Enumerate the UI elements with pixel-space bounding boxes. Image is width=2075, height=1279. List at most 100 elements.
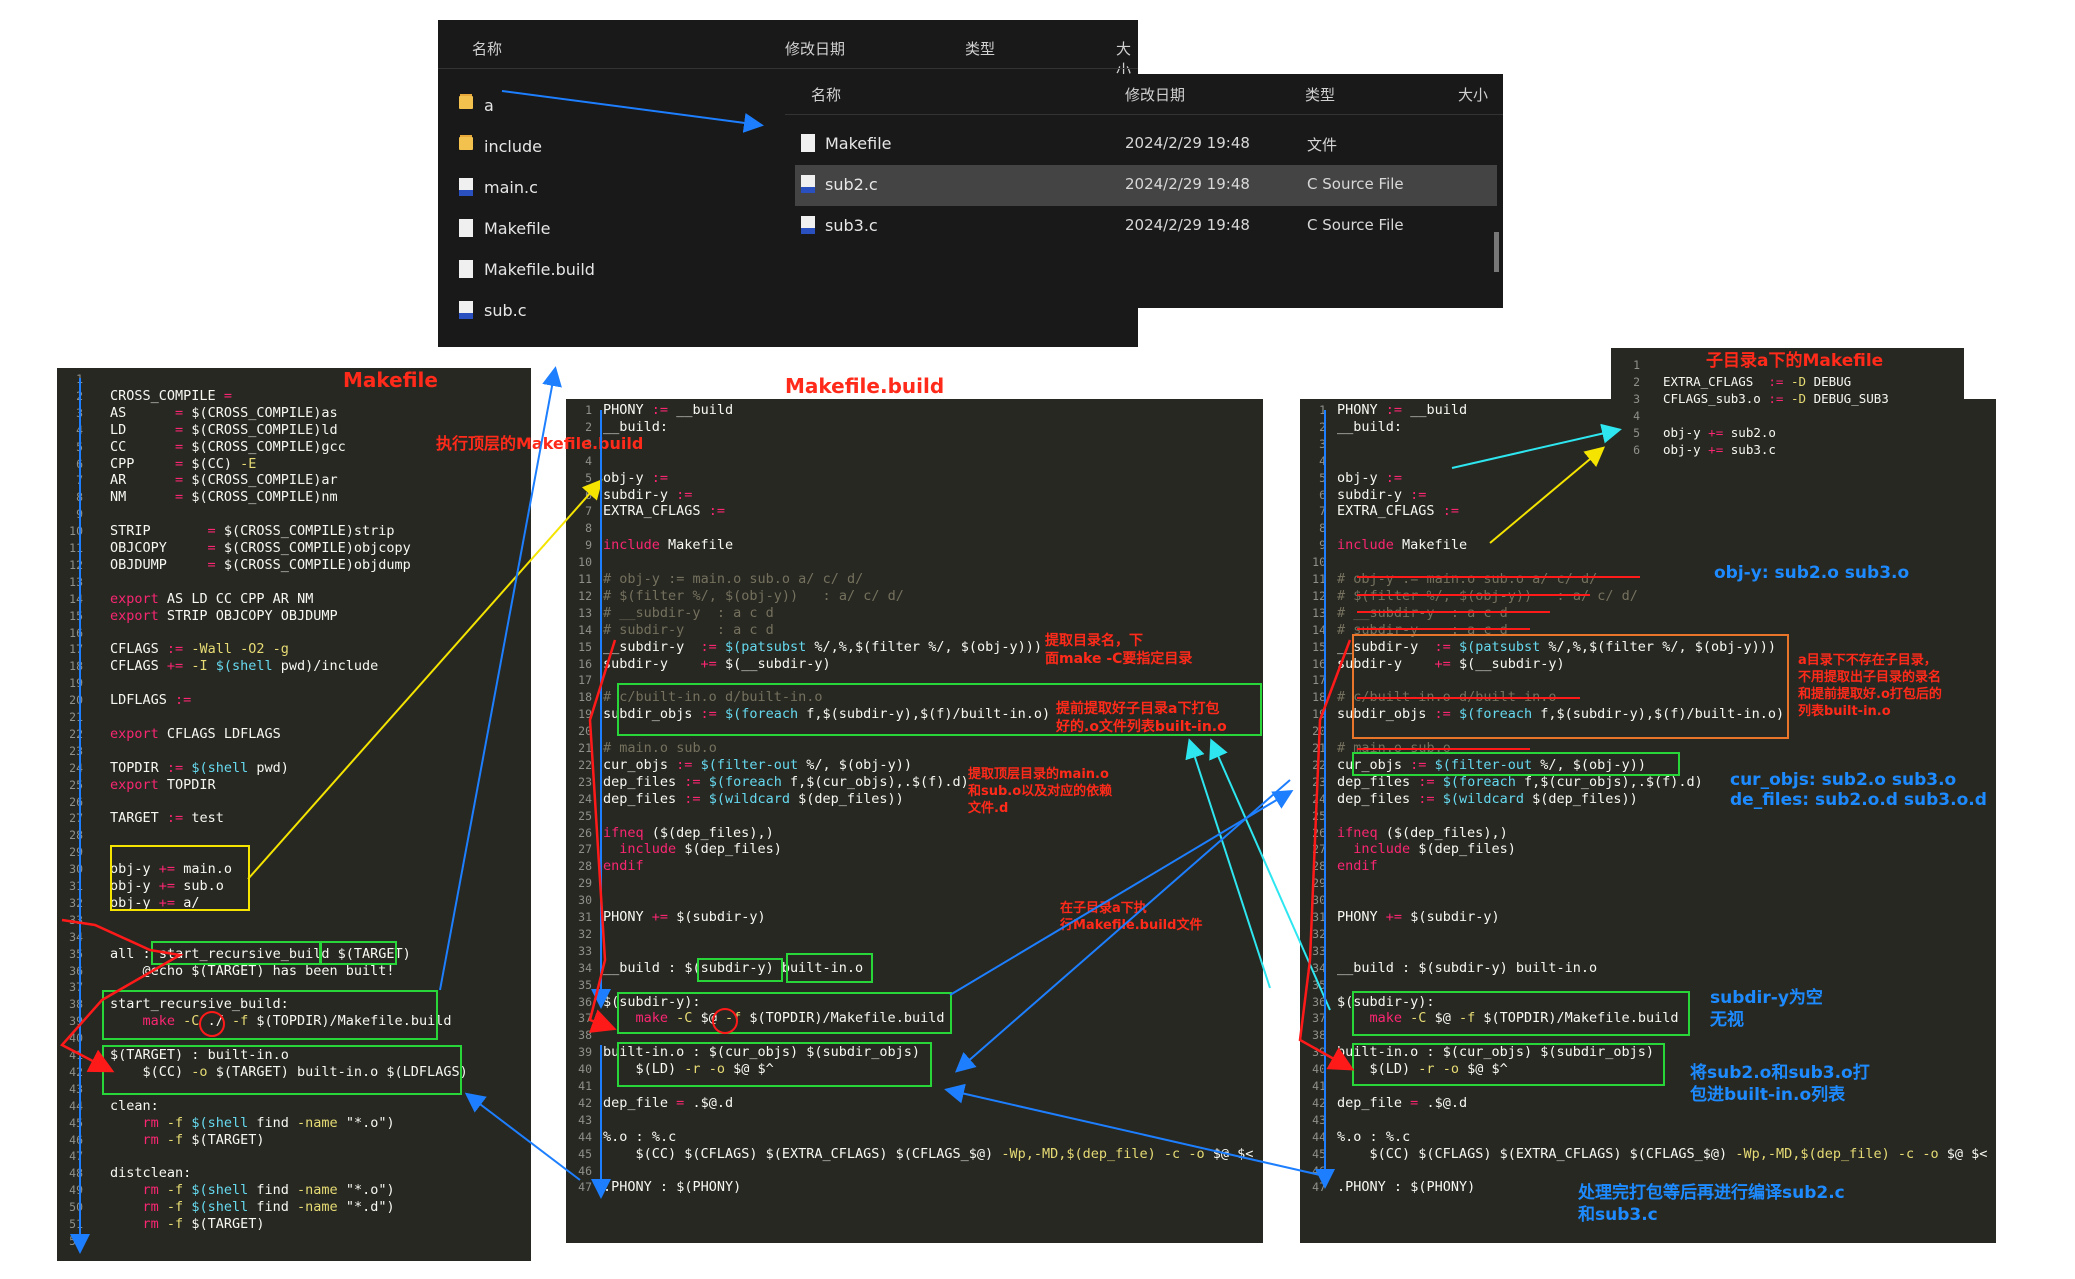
line-number: 28 (1312, 859, 1326, 874)
column-header-date[interactable]: 修改日期 (1125, 84, 1185, 105)
code-line[interactable]: subdir-y += $(__subdir-y) (603, 656, 831, 672)
code-line[interactable]: EXTRA_CFLAGS := (603, 503, 725, 519)
code-line[interactable]: STRIP = $(CROSS_COMPILE)strip (110, 523, 395, 539)
code-line[interactable]: obj-y := (1337, 470, 1402, 486)
note-extract-main: 提取顶层目录的main.o 和sub.o以及对应的依赖 文件.d (968, 767, 1113, 816)
line-number: 18 (578, 690, 592, 705)
column-header-date[interactable]: 修改日期 (785, 38, 845, 59)
code-line[interactable]: CFLAGS += -I $(shell pwd)/include (110, 658, 378, 674)
code-line[interactable]: CROSS_COMPILE = (110, 388, 232, 404)
code-line[interactable]: dep_files := $(foreach f,$(cur_objs),.$(… (1337, 774, 1703, 790)
code-line[interactable]: rm -f $(shell find -name "*.o") (110, 1115, 395, 1131)
column-header-size[interactable]: 大小 (1458, 84, 1488, 105)
code-line[interactable]: AS = $(CROSS_COMPILE)as (110, 405, 338, 421)
code-line[interactable]: CFLAGS_sub3.o := -D DEBUG_SUB3 (1663, 391, 1889, 406)
code-line[interactable]: include $(dep_files) (603, 841, 782, 857)
line-number: 37 (1312, 1011, 1326, 1026)
code-line[interactable]: endif (603, 858, 644, 874)
code-line[interactable]: .PHONY : $(PHONY) (603, 1179, 741, 1195)
code-line[interactable]: PHONY := __build (603, 402, 733, 418)
code-line[interactable]: clean: (110, 1098, 159, 1114)
code-line[interactable]: %.o : %.c (1337, 1129, 1410, 1145)
code-line[interactable]: obj-y := (603, 470, 668, 486)
line-number: 3 (1633, 392, 1640, 406)
line-number: 52 (69, 1233, 83, 1248)
code-line[interactable]: __subdir-y := $(patsubst %/,%,$(filter %… (603, 639, 1042, 655)
file-row-makefile[interactable]: Makefile 2024/2/29 19:48 文件 (785, 124, 1503, 165)
code-line[interactable]: # main.o sub.o (603, 740, 717, 756)
code-line[interactable]: dep_file = .$@.d (603, 1095, 733, 1111)
code-line[interactable]: cur_objs := $(filter-out %/, $(obj-y)) (603, 757, 912, 773)
file-row-sub2-c[interactable]: sub2.c 2024/2/29 19:48 C Source File (795, 165, 1497, 206)
column-header-type[interactable]: 类型 (965, 38, 995, 59)
code-line[interactable]: endif (1337, 858, 1378, 874)
code-line[interactable]: obj-y += sub3.c (1663, 442, 1776, 457)
code-line[interactable]: CC = $(CROSS_COMPILE)gcc (110, 439, 346, 455)
code-line[interactable]: # __subdir-y : a c d (1337, 605, 1508, 621)
code-line[interactable]: distclean: (110, 1165, 191, 1181)
code-line[interactable]: rm -f $(shell find -name "*.o") (110, 1182, 395, 1198)
code-line[interactable]: export AS LD CC CPP AR NM (110, 591, 313, 607)
code-line[interactable]: TOPDIR := $(shell pwd) (110, 760, 289, 776)
code-line[interactable]: # $(filter %/, $(obj-y)) : a/ c/ d/ (603, 588, 904, 604)
code-line[interactable]: NM = $(CROSS_COMPILE)nm (110, 489, 338, 505)
code-line[interactable]: LDFLAGS := (110, 692, 191, 708)
code-line[interactable]: %.o : %.c (603, 1129, 676, 1145)
code-line[interactable]: subdir-y := (1337, 487, 1426, 503)
code-line[interactable]: obj-y += sub2.o (1663, 425, 1776, 440)
code-line[interactable]: export STRIP OBJCOPY OBJDUMP (110, 608, 338, 624)
code-line[interactable]: rm -f $(shell find -name "*.d") (110, 1199, 395, 1215)
code-line[interactable]: include $(dep_files) (1337, 841, 1516, 857)
code-line[interactable]: $(CC) $(CFLAGS) $(EXTRA_CFLAGS) $(CFLAGS… (1337, 1146, 1988, 1162)
code-line[interactable]: __build : $(subdir-y) built-in.o (1337, 960, 1597, 976)
code-line[interactable]: # obj-y := main.o sub.o a/ c/ d/ (1337, 571, 1597, 587)
column-header-name[interactable]: 名称 (811, 84, 841, 105)
code-line[interactable]: $(CC) $(CFLAGS) $(EXTRA_CFLAGS) $(CFLAGS… (603, 1146, 1254, 1162)
code-line[interactable]: PHONY += $(subdir-y) (603, 909, 766, 925)
explorer-window-sub-a: 名称 修改日期 类型 大小 Makefile 2024/2/29 19:48 文件 s… (785, 74, 1503, 308)
code-line[interactable]: # subdir-y : a c d (603, 622, 774, 638)
code-line[interactable]: rm -f $(TARGET) (110, 1216, 265, 1232)
code-line[interactable]: PHONY += $(subdir-y) (1337, 909, 1500, 925)
code-line[interactable]: TARGET := test (110, 810, 224, 826)
code-line[interactable]: EXTRA_CFLAGS := (1337, 503, 1459, 519)
code-line[interactable]: PHONY := __build (1337, 402, 1467, 418)
code-line[interactable]: # obj-y := main.o sub.o a/ c/ d/ (603, 571, 863, 587)
code-line[interactable]: rm -f $(TARGET) (110, 1132, 265, 1148)
code-line[interactable]: include Makefile (603, 537, 733, 553)
code-line[interactable]: dep_file = .$@.d (1337, 1095, 1467, 1111)
code-line[interactable]: subdir-y := (603, 487, 692, 503)
code-line[interactable]: ifneq ($(dep_files),) (1337, 825, 1508, 841)
file-row-sub3-c[interactable]: sub3.c 2024/2/29 19:48 C Source File (785, 206, 1503, 247)
code-line[interactable]: OBJCOPY = $(CROSS_COMPILE)objcopy (110, 540, 411, 556)
code-line[interactable]: dep_files := $(wildcard $(dep_files)) (1337, 791, 1638, 807)
column-header-type[interactable]: 类型 (1305, 84, 1335, 105)
code-line[interactable]: export TOPDIR (110, 777, 216, 793)
code-line[interactable]: .PHONY : $(PHONY) (1337, 1179, 1475, 1195)
code-line[interactable]: # $(filter %/, $(obj-y)) : a/ c/ d/ (1337, 588, 1638, 604)
code-line[interactable]: ifneq ($(dep_files),) (603, 825, 774, 841)
code-line[interactable]: include Makefile (1337, 537, 1467, 553)
code-line[interactable]: EXTRA_CFLAGS := -D DEBUG (1663, 374, 1851, 389)
code-line[interactable]: CPP = $(CC) -E (110, 456, 256, 472)
line-number: 25 (1312, 808, 1326, 823)
code-line[interactable]: LD = $(CROSS_COMPILE)ld (110, 422, 338, 438)
code-line[interactable]: dep_files := $(wildcard $(dep_files)) (603, 791, 904, 807)
code-line[interactable]: CFLAGS := -Wall -O2 -g (110, 641, 289, 657)
code-line[interactable]: export CFLAGS LDFLAGS (110, 726, 281, 742)
code-line[interactable]: # __subdir-y : a c d (603, 605, 774, 621)
line-number: 27 (69, 811, 83, 826)
code-panel-makefile-build-sub: 1 2 3 4 5 6 7 8 9 10 11 12 13 14 15 16 17 18 19 20 21 22 23 24 2… (1300, 399, 1996, 1243)
code-line[interactable]: OBJDUMP = $(CROSS_COMPILE)objdump (110, 557, 411, 573)
code-line[interactable]: __build: (1337, 419, 1402, 435)
note-no-subdir: a目录下不存在子目录， 不用提取出子目录的录名 和提前提取好.o打包后的 列表b… (1798, 653, 1942, 719)
highlight-obj-y (110, 845, 250, 911)
code-line[interactable]: dep_files := $(foreach f,$(cur_objs),.$(… (603, 774, 969, 790)
note-extract-dirname: 提取目录名，下 面make -C要指定目录 (1045, 633, 1193, 667)
line-number: 5 (1633, 426, 1640, 440)
code-line[interactable]: AR = $(CROSS_COMPILE)ar (110, 472, 338, 488)
column-header-name[interactable]: 名称 (472, 38, 502, 59)
scrollbar[interactable] (1494, 232, 1499, 272)
line-number: 20 (1312, 724, 1326, 739)
line-number: 9 (76, 507, 83, 522)
